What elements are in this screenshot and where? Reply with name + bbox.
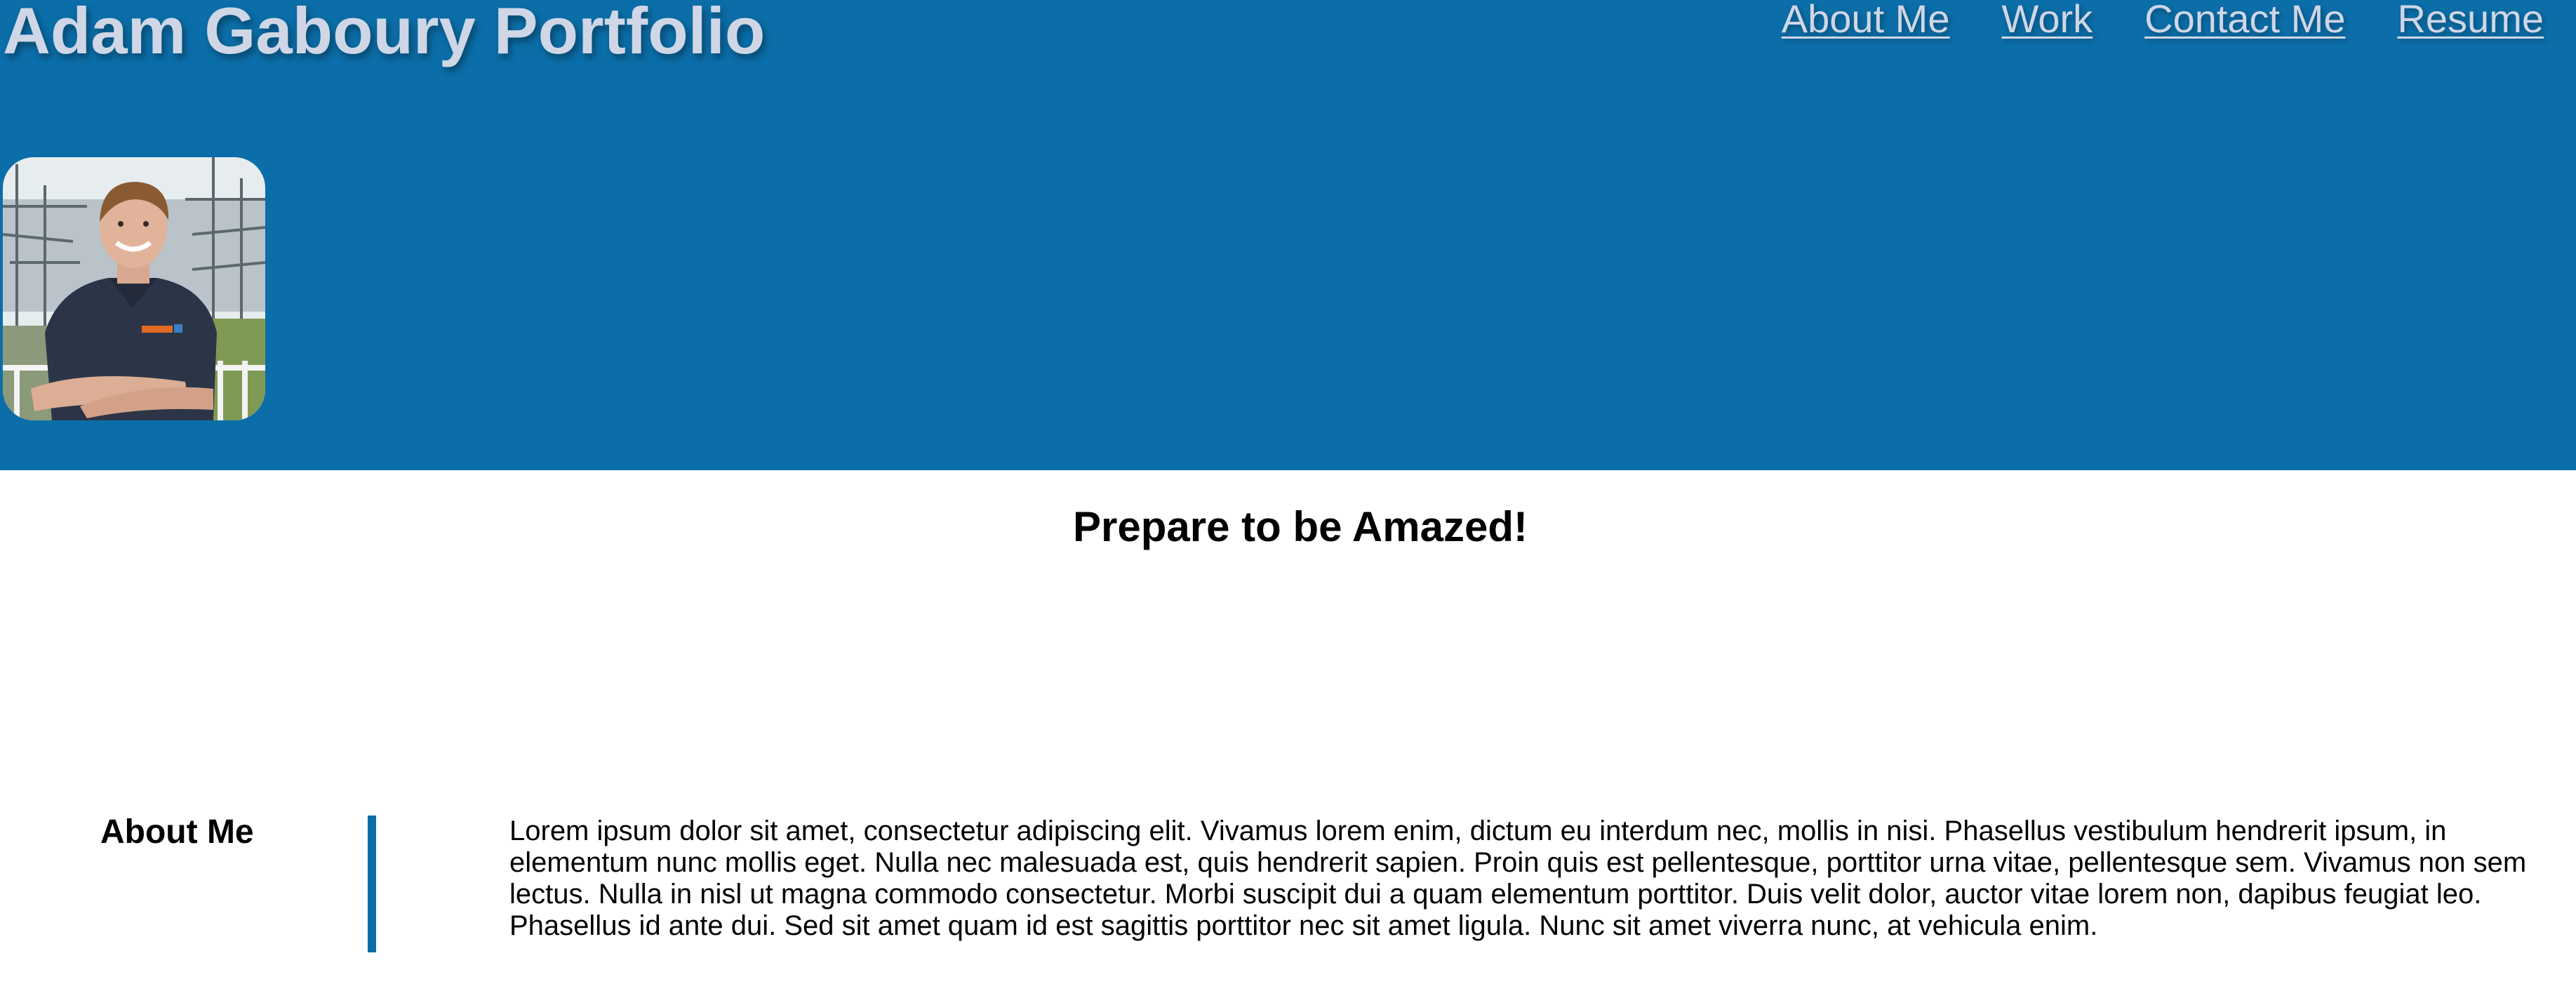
hero-tagline: Prepare to be Amazed! <box>1073 503 1528 550</box>
page: Adam Gaboury Portfolio About Me Work Con… <box>0 0 2576 998</box>
profile-photo <box>3 157 265 420</box>
about-heading: About Me <box>100 813 254 851</box>
nav-link-resume[interactable]: Resume <box>2397 0 2544 41</box>
section-divider <box>368 816 376 952</box>
nav-link-about-me[interactable]: About Me <box>1782 0 1950 41</box>
hero-banner: Adam Gaboury Portfolio About Me Work Con… <box>0 0 2576 470</box>
nav-link-contact-me[interactable]: Contact Me <box>2144 0 2345 41</box>
main-nav: About Me Work Contact Me Resume <box>1782 0 2544 41</box>
about-body-text: Lorem ipsum dolor sit amet, consectetur … <box>509 816 2527 941</box>
nav-link-work[interactable]: Work <box>2001 0 2093 41</box>
site-title: Adam Gaboury Portfolio <box>3 0 766 67</box>
